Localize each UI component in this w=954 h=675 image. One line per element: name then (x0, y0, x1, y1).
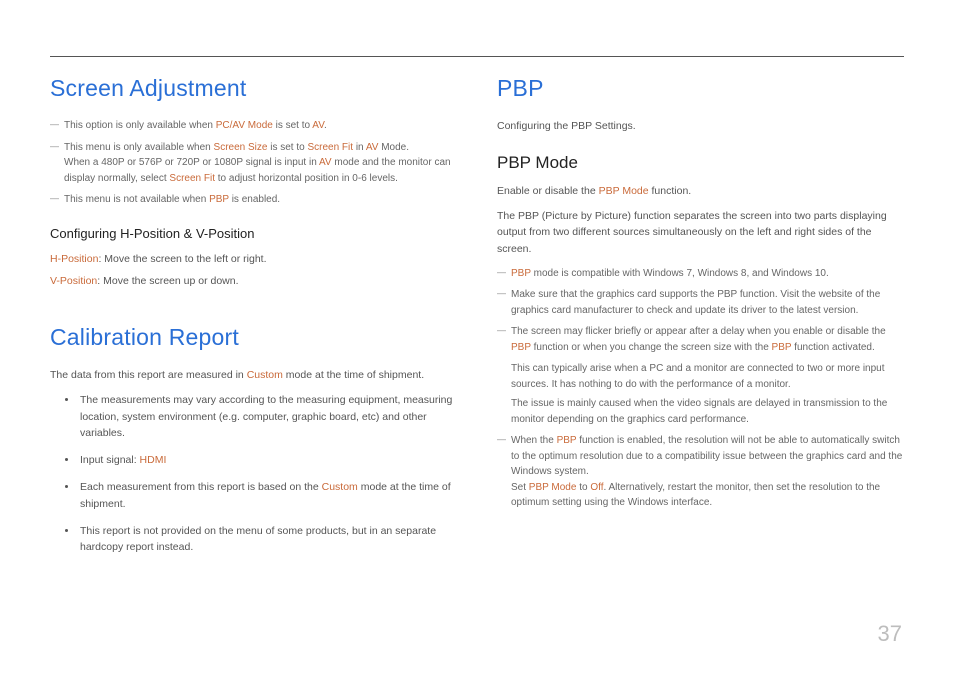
note-resolution: When the PBP function is enabled, the re… (497, 433, 904, 511)
note-flicker-sub1: This can typically arise when a PC and a… (497, 361, 904, 392)
hl-hdmi: HDMI (140, 454, 167, 466)
text: to adjust horizontal position in 0-6 lev… (215, 173, 398, 184)
hl-pc-av-mode: PC/AV Mode (216, 120, 273, 131)
note-screen-size: This menu is only available when Screen … (50, 140, 457, 187)
pbp-intro: Configuring the PBP Settings. (497, 118, 904, 135)
text: Set (511, 482, 529, 493)
list-item: The measurements may vary according to t… (78, 392, 457, 442)
two-column-layout: Screen Adjustment This option is only av… (50, 75, 904, 566)
hl-pbp: PBP (511, 268, 531, 279)
text: Input signal: (80, 454, 140, 466)
text: to (576, 482, 590, 493)
pbp-enable-text: Enable or disable the PBP Mode function. (497, 183, 904, 200)
list-item: Each measurement from this report is bas… (78, 479, 457, 513)
page-number: 37 (878, 621, 902, 647)
left-column: Screen Adjustment This option is only av… (50, 75, 457, 566)
calibration-intro: The data from this report are measured i… (50, 367, 457, 384)
hl-custom: Custom (247, 369, 283, 381)
text: This option is only available when (64, 120, 216, 131)
hl-av: AV (312, 120, 324, 131)
text: Each measurement from this report is bas… (80, 481, 322, 493)
text: The data from this report are measured i… (50, 369, 247, 381)
hl-pbp: PBP (511, 342, 531, 353)
text: : Move the screen up or down. (97, 275, 238, 287)
text: This menu is only available when (64, 142, 214, 153)
text: : Move the screen to the left or right. (98, 253, 266, 265)
subheading-h-v-position: Configuring H-Position & V-Position (50, 226, 457, 241)
subheading-pbp-mode: PBP Mode (497, 153, 904, 173)
heading-screen-adjustment: Screen Adjustment (50, 75, 457, 102)
text: When the (511, 435, 557, 446)
text: mode at the time of shipment. (283, 369, 424, 381)
hl-pbp: PBP (772, 342, 792, 353)
hl-screen-size: Screen Size (214, 142, 268, 153)
text: is set to (273, 120, 312, 131)
note-pbp-compat: PBP mode is compatible with Windows 7, W… (497, 266, 904, 282)
hl-pbp-mode: PBP Mode (599, 185, 649, 197)
hl-pbp: PBP (557, 435, 577, 446)
text: function activated. (791, 342, 874, 353)
note-pc-av-mode: This option is only available when PC/AV… (50, 118, 457, 134)
text: This menu is not available when (64, 194, 209, 205)
right-column: PBP Configuring the PBP Settings. PBP Mo… (497, 75, 904, 566)
hl-screen-fit: Screen Fit (169, 173, 215, 184)
text: The screen may flicker briefly or appear… (511, 326, 886, 337)
pbp-description: The PBP (Picture by Picture) function se… (497, 208, 904, 258)
v-position-desc: V-Position: Move the screen up or down. (50, 273, 457, 290)
text: . (324, 120, 327, 131)
hl-pbp: PBP (209, 194, 229, 205)
note-pbp-disabled: This menu is not available when PBP is e… (50, 192, 457, 208)
list-item: This report is not provided on the menu … (78, 523, 457, 557)
note-graphics-card: Make sure that the graphics card support… (497, 287, 904, 318)
hl-h-position: H-Position (50, 253, 98, 265)
list-item: Input signal: HDMI (78, 452, 457, 469)
top-rule (50, 56, 904, 57)
hl-off: Off (590, 482, 603, 493)
text: function. (649, 185, 692, 197)
hl-screen-fit: Screen Fit (307, 142, 353, 153)
text: is set to (267, 142, 307, 153)
hl-v-position: V-Position (50, 275, 97, 287)
text: function or when you change the screen s… (531, 342, 772, 353)
text: When a 480P or 576P or 720P or 1080P sig… (64, 157, 319, 168)
text: in (353, 142, 366, 153)
text: is enabled. (229, 194, 280, 205)
calibration-bullets: The measurements may vary according to t… (50, 392, 457, 556)
hl-av: AV (319, 157, 332, 168)
hl-pbp-mode: PBP Mode (529, 482, 577, 493)
heading-pbp: PBP (497, 75, 904, 102)
h-position-desc: H-Position: Move the screen to the left … (50, 251, 457, 268)
text: mode is compatible with Windows 7, Windo… (531, 268, 829, 279)
hl-custom: Custom (322, 481, 358, 493)
hl-av: AV (366, 142, 379, 153)
text: Mode. (378, 142, 409, 153)
note-flicker: The screen may flicker briefly or appear… (497, 324, 904, 355)
text: Enable or disable the (497, 185, 599, 197)
note-flicker-sub2: The issue is mainly caused when the vide… (497, 396, 904, 427)
heading-calibration-report: Calibration Report (50, 324, 457, 351)
